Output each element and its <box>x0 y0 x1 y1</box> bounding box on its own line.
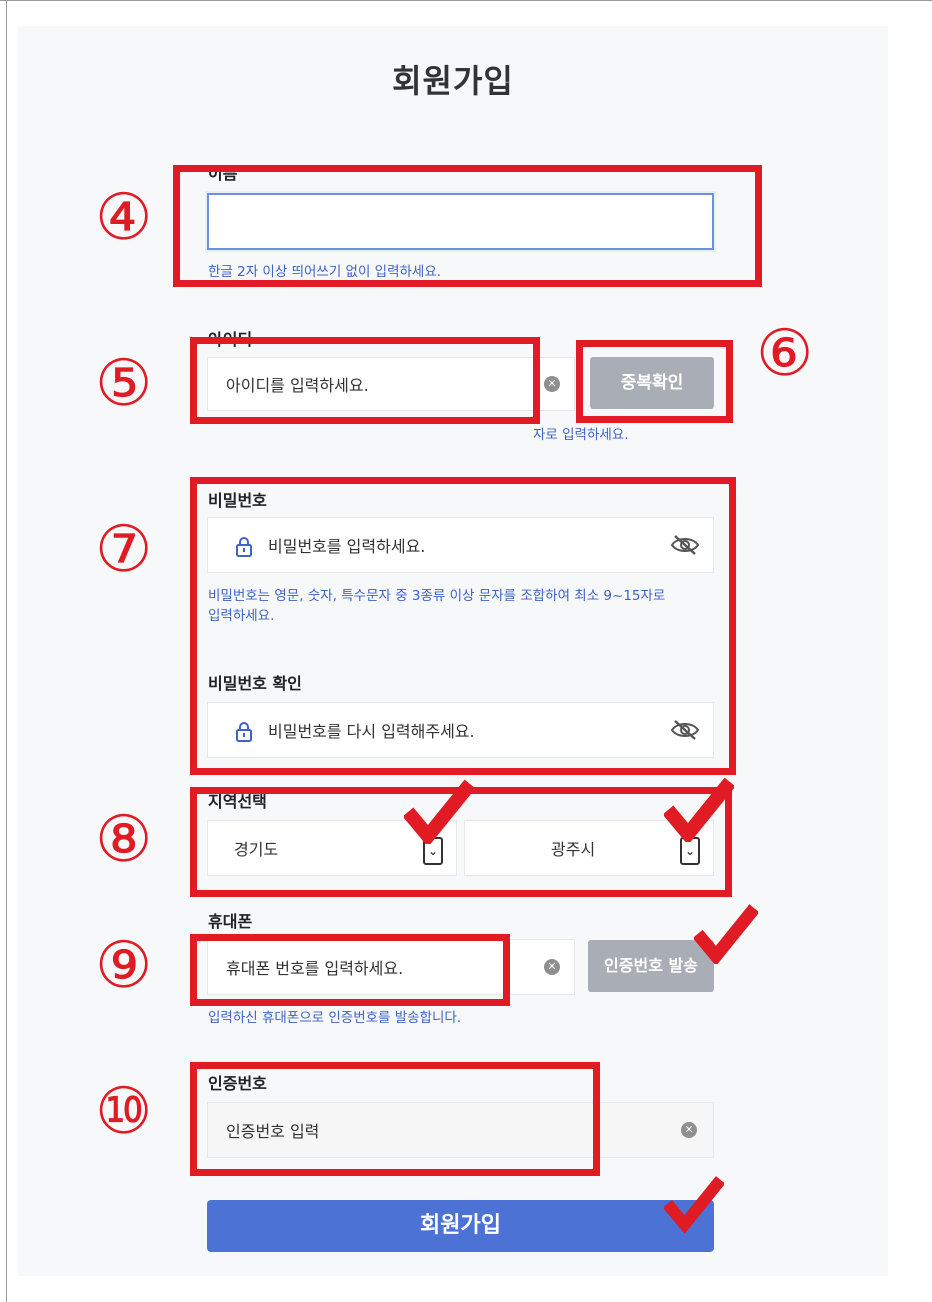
annotation-box-7 <box>190 477 736 775</box>
signup-submit-button[interactable]: 회원가입 <box>207 1200 714 1252</box>
annotation-number-4: ④ <box>95 181 153 255</box>
clear-icon[interactable]: ✕ <box>544 959 560 975</box>
annotation-number-6: ⑥ <box>756 317 814 391</box>
annotation-box-6 <box>576 340 733 423</box>
annotation-number-8: ⑧ <box>95 803 153 877</box>
annotation-number-5: ⑤ <box>95 347 153 421</box>
annotation-box-9 <box>190 934 510 1006</box>
id-hint: 자로 입력하세요. <box>533 427 629 443</box>
window-border-left <box>6 0 7 1302</box>
annotation-number-9: ⑨ <box>95 929 153 1003</box>
clear-icon[interactable]: ✕ <box>544 376 560 392</box>
phone-label: 휴대폰 <box>208 912 253 931</box>
phone-hint: 입력하신 휴대폰으로 인증번호를 발송합니다. <box>208 1010 462 1026</box>
page-title: 회원가입 <box>392 62 514 100</box>
annotation-box-4 <box>173 165 762 287</box>
check-mark-icon <box>664 1176 724 1234</box>
clear-icon[interactable]: ✕ <box>681 1122 697 1138</box>
check-mark-icon <box>404 779 474 844</box>
check-mark-icon <box>694 904 758 964</box>
annotation-box-5 <box>190 337 540 424</box>
check-mark-icon <box>664 777 734 842</box>
annotation-number-10: ⑩ <box>95 1075 153 1149</box>
annotation-box-10 <box>190 1062 600 1176</box>
window-border-top <box>0 0 932 1</box>
annotation-number-7: ⑦ <box>95 513 153 587</box>
